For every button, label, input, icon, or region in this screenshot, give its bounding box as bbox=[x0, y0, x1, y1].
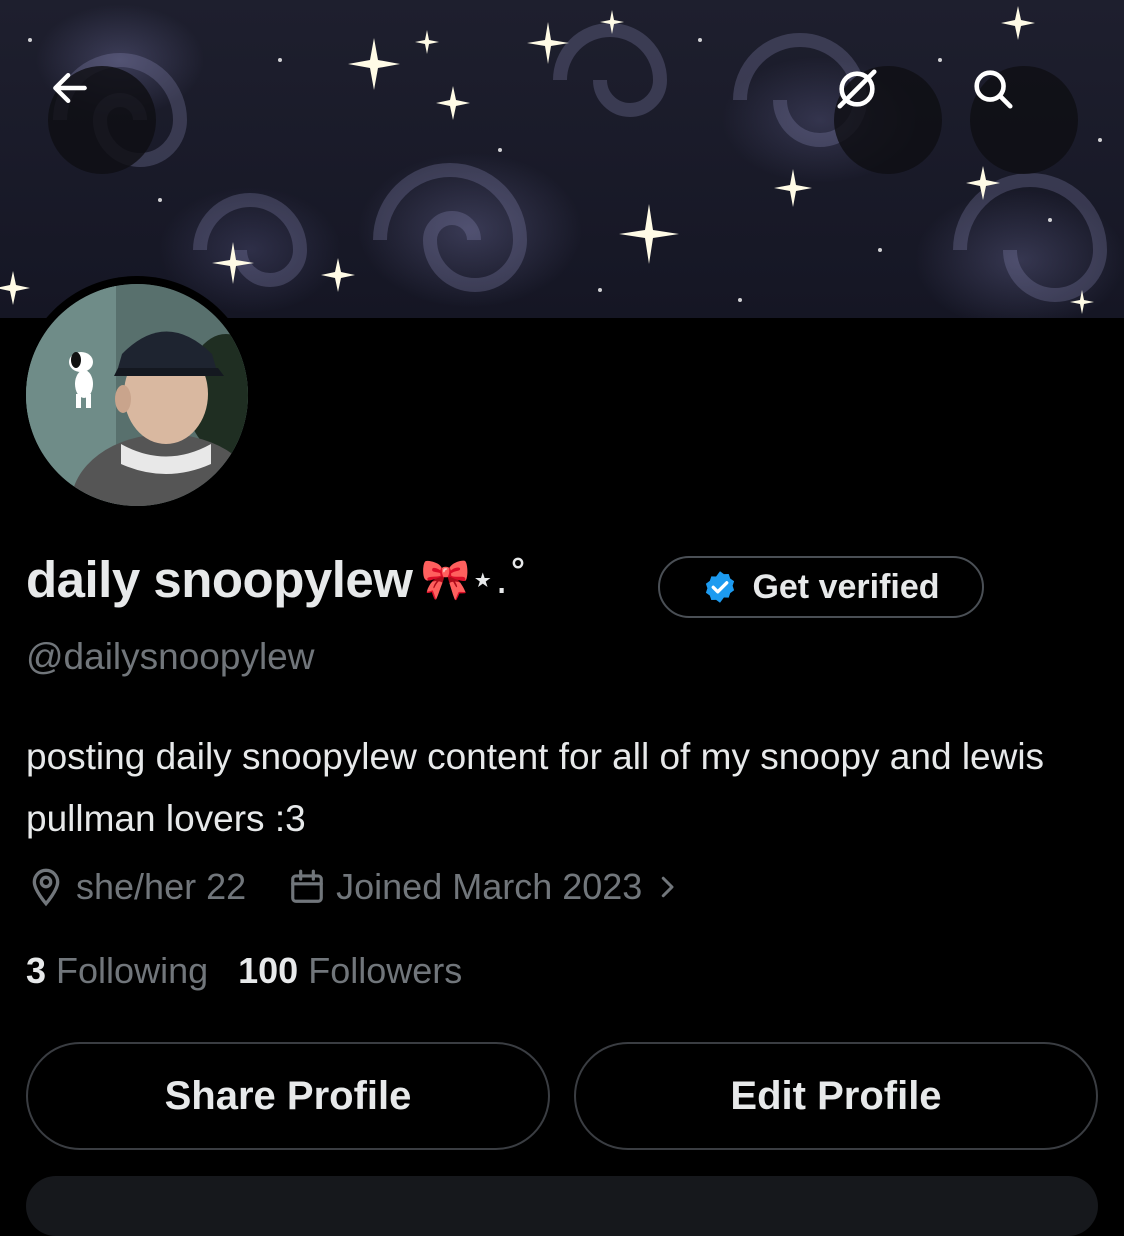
avatar[interactable] bbox=[26, 284, 248, 506]
search-button[interactable] bbox=[970, 66, 1078, 174]
slashed-circle-icon bbox=[837, 69, 877, 109]
grok-button[interactable] bbox=[834, 66, 942, 174]
arrow-left-icon bbox=[53, 72, 87, 104]
back-button[interactable] bbox=[48, 66, 156, 174]
name-decoration: 🎀⋆.˚ bbox=[420, 557, 528, 603]
profile-bio: posting daily snoopylew content for all … bbox=[26, 736, 1045, 839]
avatar-photo bbox=[26, 284, 248, 506]
following-count: 3 bbox=[26, 950, 47, 991]
location-pin-icon bbox=[32, 868, 60, 907]
edit-profile-button[interactable]: Edit Profile bbox=[574, 1042, 1098, 1150]
following-link[interactable]: 3 Following bbox=[26, 950, 208, 992]
name-row: daily snoopylew 🎀⋆.˚ bbox=[26, 550, 528, 609]
followers-link[interactable]: 100 Followers bbox=[238, 950, 462, 992]
location-text: she/her 22 bbox=[76, 866, 247, 907]
chevron-right-icon bbox=[662, 876, 674, 898]
get-verified-button[interactable]: Get verified bbox=[658, 556, 984, 618]
profile-banner[interactable] bbox=[0, 0, 1124, 318]
avatar-ring bbox=[18, 276, 256, 514]
verified-badge-icon bbox=[706, 571, 735, 603]
profile-meta: she/her 22 Joined March 2023 bbox=[26, 866, 682, 908]
display-name: daily snoopylew bbox=[26, 551, 413, 608]
profile-handle: @dailysnoopylew bbox=[26, 636, 315, 677]
following-label: Following bbox=[56, 950, 209, 991]
calendar-icon bbox=[291, 869, 323, 903]
get-verified-label: Get verified bbox=[752, 567, 940, 606]
search-icon bbox=[974, 70, 1013, 109]
followers-label: Followers bbox=[308, 950, 463, 991]
joined-item[interactable]: Joined March 2023 bbox=[288, 866, 682, 908]
followers-count: 100 bbox=[238, 950, 299, 991]
share-profile-button[interactable]: Share Profile bbox=[26, 1042, 550, 1150]
follow-stats: 3 Following 100 Followers bbox=[26, 950, 462, 992]
starry-swirl-pattern bbox=[0, 6, 1108, 314]
joined-text: Joined March 2023 bbox=[336, 866, 643, 907]
next-section-card bbox=[26, 1176, 1098, 1236]
location-item: she/her 22 bbox=[26, 866, 246, 908]
